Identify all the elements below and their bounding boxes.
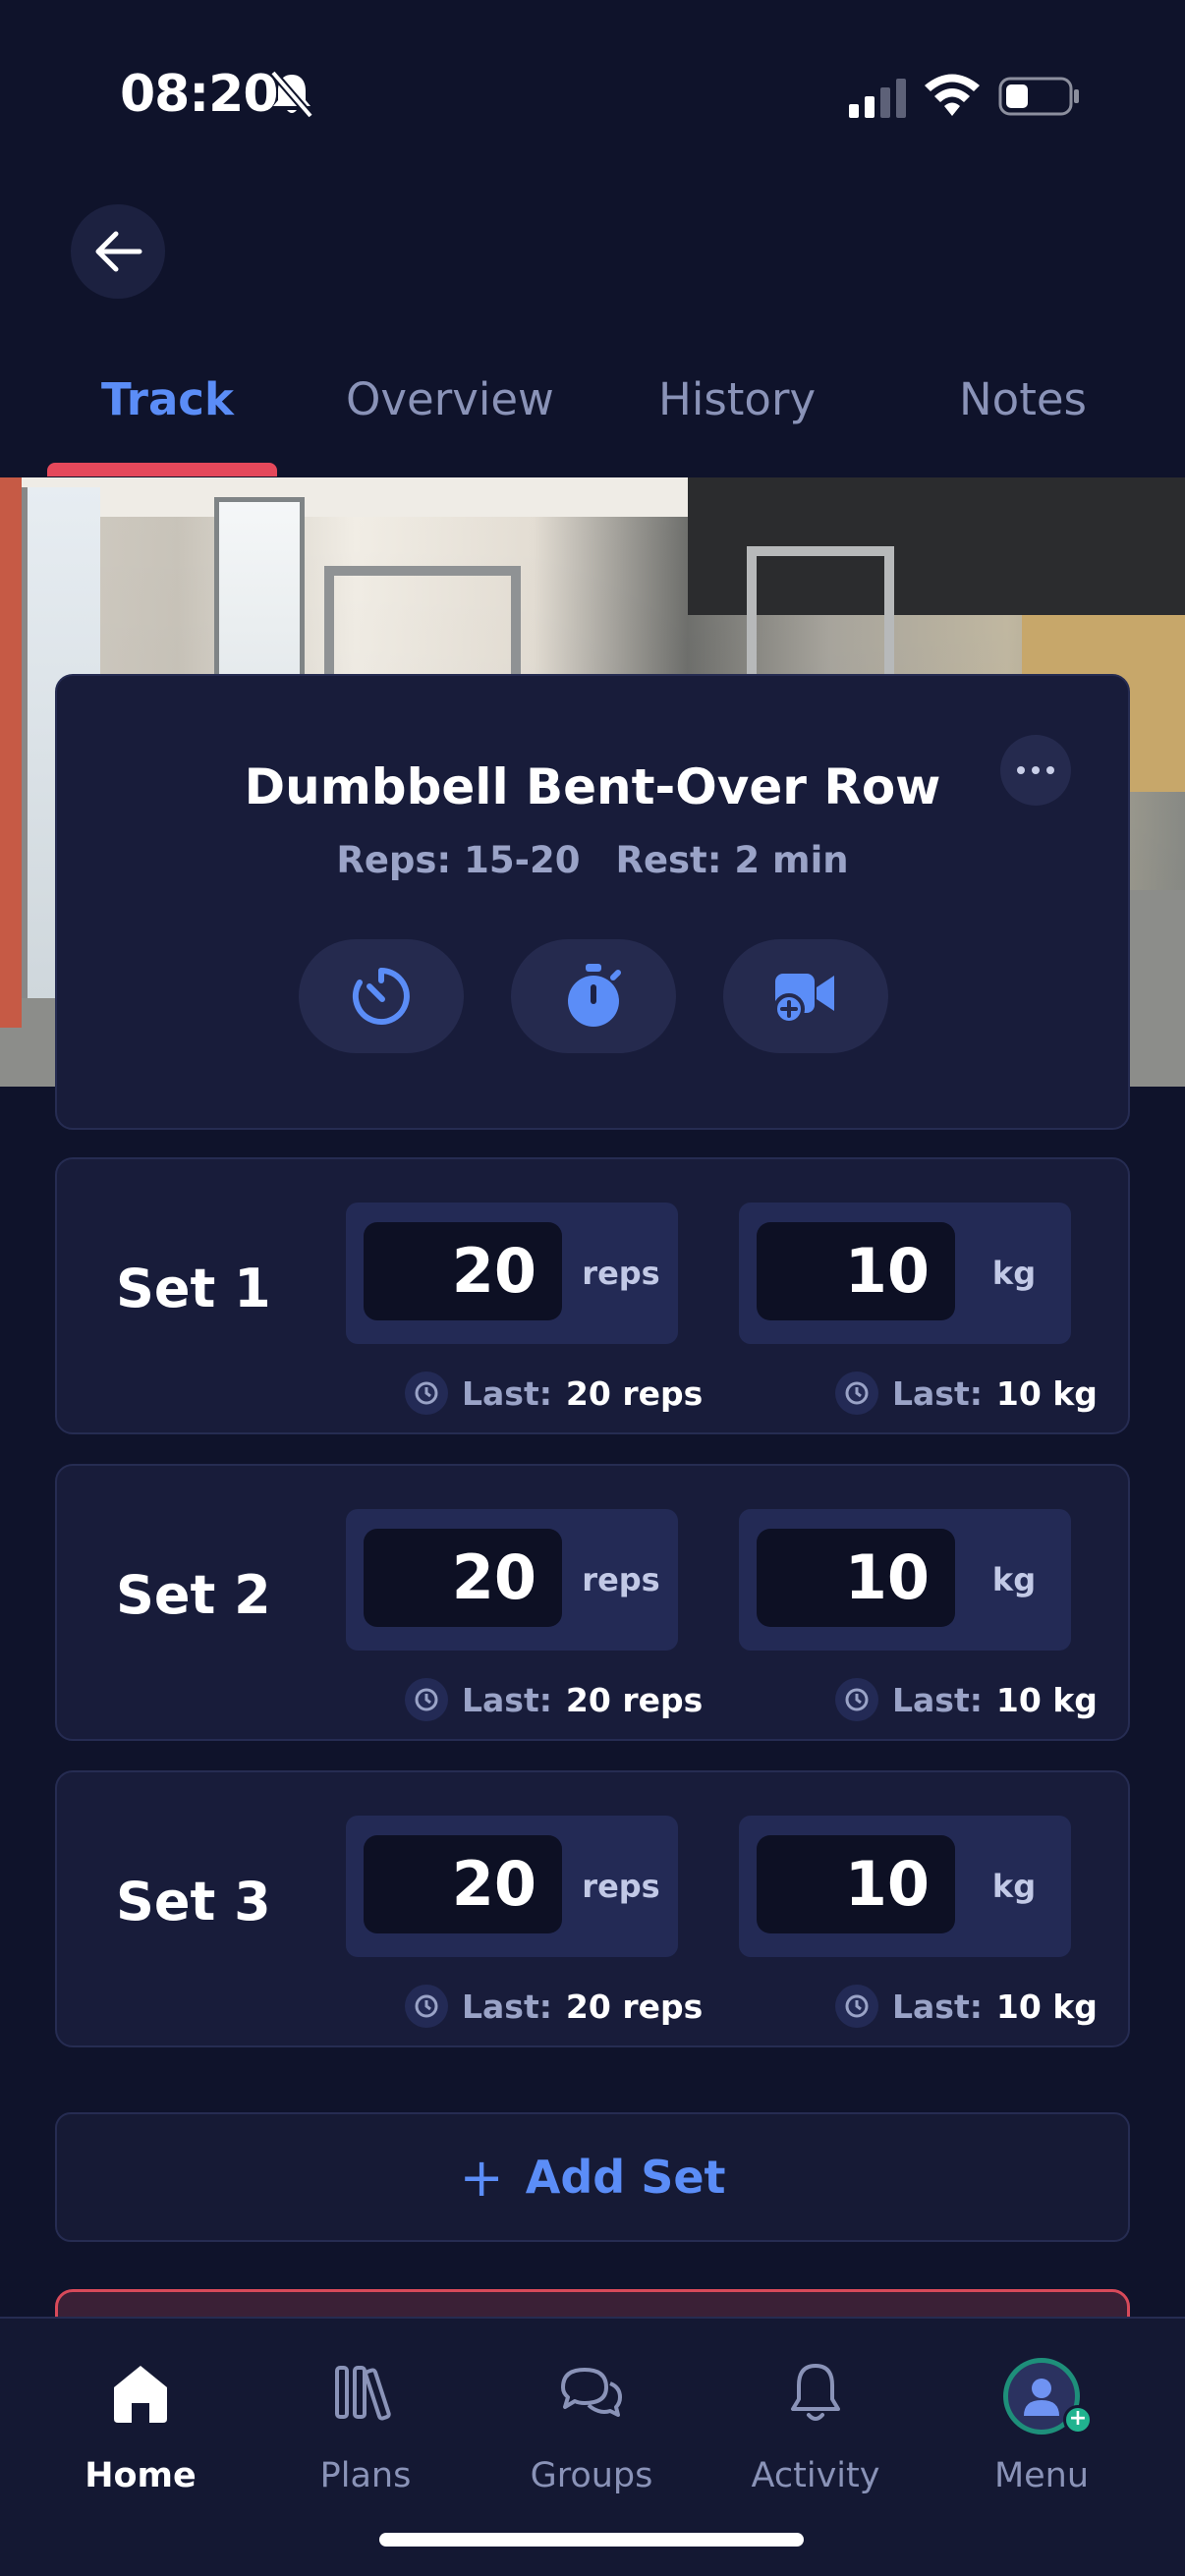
nav-menu[interactable]: + Menu <box>943 2358 1140 2535</box>
screen: 08:20 Track Overview History Notes Dumbb… <box>0 0 1185 2576</box>
exercise-reps: Reps: 15-20 <box>336 839 581 881</box>
last-reps-value: 20 reps <box>565 1680 704 1719</box>
nav-activity-label: Activity <box>751 2456 880 2495</box>
history-clock-icon <box>835 1985 878 2028</box>
history-clock-icon <box>405 1678 448 1721</box>
plans-icon <box>335 2366 391 2421</box>
last-reps-value: 20 reps <box>565 1373 704 1413</box>
bell-off-icon <box>269 70 314 119</box>
nav-groups[interactable]: Groups <box>493 2358 690 2535</box>
exercise-meta: Reps: 15-20 Rest: 2 min <box>57 839 1128 881</box>
weight-input[interactable]: 10 <box>757 1222 955 1320</box>
exercise-rest: Rest: 2 min <box>615 839 849 881</box>
last-weight: Last: 10 kg <box>835 1676 1098 1723</box>
set-row: Set 1 20 reps 10 kg Last: 20 reps Last: … <box>55 1157 1130 1434</box>
rest-timer-icon <box>352 968 410 1025</box>
weight-field: 10 kg <box>739 1203 1071 1344</box>
reps-unit: reps <box>582 1255 660 1292</box>
reps-input[interactable]: 20 <box>364 1529 562 1627</box>
nav-home[interactable]: Home <box>42 2358 239 2535</box>
weight-input[interactable]: 10 <box>757 1835 955 1933</box>
reps-unit: reps <box>582 1868 660 1905</box>
add-video-icon <box>773 974 834 1025</box>
weight-unit: kg <box>991 1561 1037 1598</box>
last-reps: Last: 20 reps <box>405 1676 703 1723</box>
dot <box>1017 766 1025 774</box>
dot <box>1032 766 1040 774</box>
last-reps: Last: 20 reps <box>405 1370 703 1417</box>
reps-input[interactable]: 20 <box>364 1835 562 1933</box>
home-icon <box>114 2366 167 2423</box>
add-video-button[interactable] <box>723 939 888 1053</box>
stopwatch-icon <box>568 964 621 1027</box>
stopwatch-button[interactable] <box>511 939 676 1053</box>
history-clock-icon <box>405 1372 448 1415</box>
last-prefix: Last: <box>462 1987 552 2026</box>
more-options-button[interactable] <box>1000 735 1071 806</box>
weight-unit: kg <box>991 1255 1037 1292</box>
reps-field: 20 reps <box>346 1509 678 1651</box>
arrow-left-icon <box>95 231 142 272</box>
add-set-label: Add Set <box>525 2151 726 2204</box>
status-bar: 08:20 <box>0 0 1185 187</box>
wifi-icon <box>925 74 980 116</box>
bell-icon <box>791 2364 840 2421</box>
avatar-icon <box>1024 2379 1059 2416</box>
weight-field: 10 kg <box>739 1816 1071 1957</box>
exercise-title: Dumbbell Bent-Over Row <box>244 758 941 815</box>
last-reps-value: 20 reps <box>565 1987 704 2026</box>
nav-menu-label: Menu <box>993 2456 1090 2495</box>
reps-field: 20 reps <box>346 1203 678 1344</box>
last-weight: Last: 10 kg <box>835 1983 1098 2030</box>
weight-unit: kg <box>991 1868 1037 1905</box>
last-reps: Last: 20 reps <box>405 1983 703 2030</box>
battery-icon <box>998 77 1079 116</box>
home-indicator <box>379 2533 804 2547</box>
reps-unit: reps <box>582 1561 660 1598</box>
dot <box>1046 766 1054 774</box>
plus-badge-icon: + <box>1063 2405 1093 2435</box>
nav-activity[interactable]: Activity <box>717 2358 914 2535</box>
history-clock-icon <box>405 1985 448 2028</box>
last-weight-value: 10 kg <box>995 1373 1098 1413</box>
back-button[interactable] <box>71 204 165 299</box>
last-prefix: Last: <box>462 1373 552 1413</box>
plus-icon: + <box>459 2146 504 2209</box>
last-prefix: Last: <box>892 1373 983 1413</box>
last-weight-value: 10 kg <box>995 1680 1098 1719</box>
set-row: Set 2 20 reps 10 kg Last: 20 reps Last: … <box>55 1464 1130 1741</box>
reps-input[interactable]: 20 <box>364 1222 562 1320</box>
history-clock-icon <box>835 1372 878 1415</box>
weight-field: 10 kg <box>739 1509 1071 1651</box>
last-prefix: Last: <box>892 1680 983 1719</box>
exercise-card: Dumbbell Bent-Over Row Reps: 15-20 Rest: … <box>55 674 1130 1130</box>
tab-notes[interactable]: Notes <box>959 373 1087 425</box>
nav-plans[interactable]: Plans <box>267 2358 464 2535</box>
tab-bar: Track Overview History Notes <box>0 362 1185 477</box>
last-weight-value: 10 kg <box>995 1987 1098 2026</box>
nav-home-label: Home <box>85 2456 197 2495</box>
weight-input[interactable]: 10 <box>757 1529 955 1627</box>
status-time: 08:20 <box>120 65 279 124</box>
last-prefix: Last: <box>892 1987 983 2026</box>
tab-overview[interactable]: Overview <box>346 373 554 425</box>
set-label: Set 2 <box>116 1564 271 1626</box>
tab-history[interactable]: History <box>658 373 816 425</box>
last-prefix: Last: <box>462 1680 552 1719</box>
active-tab-indicator <box>47 463 277 476</box>
reps-field: 20 reps <box>346 1816 678 1957</box>
set-row: Set 3 20 reps 10 kg Last: 20 reps Last: … <box>55 1770 1130 2047</box>
set-label: Set 1 <box>116 1258 271 1319</box>
nav-plans-label: Plans <box>319 2456 412 2495</box>
nav-groups-label: Groups <box>530 2456 653 2495</box>
tab-track[interactable]: Track <box>101 373 234 425</box>
set-label: Set 3 <box>116 1871 271 1932</box>
add-set-button[interactable]: + Add Set <box>55 2112 1130 2242</box>
rest-timer-button[interactable] <box>299 939 464 1053</box>
history-clock-icon <box>835 1678 878 1721</box>
cellular-signal-icon <box>849 79 906 118</box>
groups-icon <box>561 2368 622 2417</box>
last-weight: Last: 10 kg <box>835 1370 1098 1417</box>
